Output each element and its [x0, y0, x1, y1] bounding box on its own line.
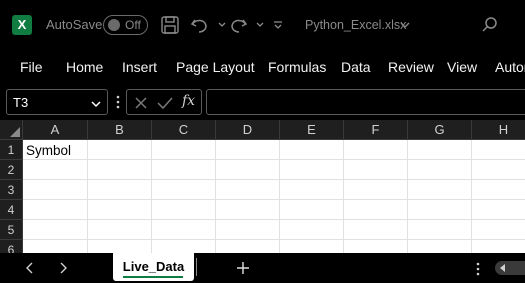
add-sheet-icon[interactable] [236, 261, 250, 275]
gridline [215, 140, 216, 253]
tab-data[interactable]: Data [341, 59, 371, 75]
title-bar: X AutoSave Off Python_Excel.xlsx [0, 0, 525, 50]
excel-logo-icon: X [12, 15, 32, 35]
document-title[interactable]: Python_Excel.xlsx [305, 18, 406, 32]
column-header-f[interactable]: F [344, 120, 408, 140]
gridline [87, 140, 88, 253]
gridline [23, 239, 525, 240]
search-icon[interactable] [478, 13, 502, 37]
cell-a1[interactable]: Symbol [26, 143, 71, 158]
gridline [471, 140, 472, 253]
select-all-corner[interactable] [0, 120, 23, 140]
scroll-left-icon[interactable] [499, 264, 507, 272]
autosave-label: AutoSave [46, 17, 103, 32]
undo-icon[interactable] [188, 13, 212, 37]
autosave-state: Off [125, 18, 141, 32]
row-header-1[interactable]: 1 [0, 140, 23, 160]
row-header-4[interactable]: 4 [0, 200, 23, 220]
cancel-icon[interactable] [133, 95, 149, 111]
enter-check-icon[interactable] [156, 95, 174, 111]
insert-function-button[interactable]: fx [182, 93, 195, 109]
more-options-icon[interactable] [115, 94, 121, 110]
gridline [23, 219, 525, 220]
previous-sheet-icon[interactable] [23, 261, 37, 275]
gridline [23, 159, 525, 160]
redo-icon[interactable] [226, 13, 250, 37]
gridline [407, 140, 408, 253]
chevron-down-icon[interactable] [90, 99, 102, 109]
toggle-knob [108, 19, 120, 31]
tab-view[interactable]: View [447, 59, 477, 75]
tab-insert[interactable]: Insert [122, 59, 157, 75]
tab-divider [196, 258, 197, 276]
formula-bar: T3 fx [0, 86, 525, 120]
cell-reference: T3 [13, 95, 29, 110]
gridline [151, 140, 152, 253]
gridline [23, 199, 525, 200]
gridline [23, 179, 525, 180]
worksheet-grid[interactable]: A B C D E F G H 1 2 3 4 5 6 Symbol [0, 120, 525, 253]
column-header-e[interactable]: E [280, 120, 344, 140]
row-header-6[interactable]: 6 [0, 240, 23, 253]
column-header-g[interactable]: G [408, 120, 472, 140]
formula-controls: fx [126, 89, 202, 115]
autosave-toggle[interactable]: Off [103, 15, 148, 35]
chevron-down-icon[interactable] [398, 18, 412, 32]
sheet-tab-live-data[interactable]: Live_Data [113, 253, 194, 281]
sheet-tab-bar: Live_Data [0, 253, 525, 283]
column-header-b[interactable]: B [88, 120, 152, 140]
tab-file[interactable]: File [20, 59, 43, 75]
row-header-2[interactable]: 2 [0, 160, 23, 180]
row-header-5[interactable]: 5 [0, 220, 23, 240]
column-header-h[interactable]: H [472, 120, 525, 140]
gridline [279, 140, 280, 253]
sheet-tab-label: Live_Data [122, 259, 185, 274]
tab-review[interactable]: Review [388, 59, 434, 75]
row-header-3[interactable]: 3 [0, 180, 23, 200]
column-header-d[interactable]: D [216, 120, 280, 140]
formula-input[interactable] [206, 89, 525, 115]
next-sheet-icon[interactable] [56, 261, 70, 275]
select-all-triangle-icon [10, 127, 20, 137]
customize-toolbar-icon[interactable] [266, 13, 290, 37]
column-header-c[interactable]: C [152, 120, 216, 140]
tab-home[interactable]: Home [66, 59, 103, 75]
more-sheets-icon[interactable] [475, 262, 481, 276]
tab-formulas[interactable]: Formulas [268, 59, 326, 75]
name-box[interactable]: T3 [6, 89, 108, 115]
column-header-a[interactable]: A [23, 120, 88, 140]
horizontal-scrollbar[interactable] [495, 261, 525, 275]
tab-automate[interactable]: Autor [495, 59, 525, 75]
gridline [343, 140, 344, 253]
active-tab-indicator [123, 276, 183, 278]
save-icon[interactable] [158, 13, 182, 37]
tab-page-layout[interactable]: Page Layout [176, 59, 255, 75]
ribbon-tabs: File Home Insert Page Layout Formulas Da… [0, 50, 525, 86]
